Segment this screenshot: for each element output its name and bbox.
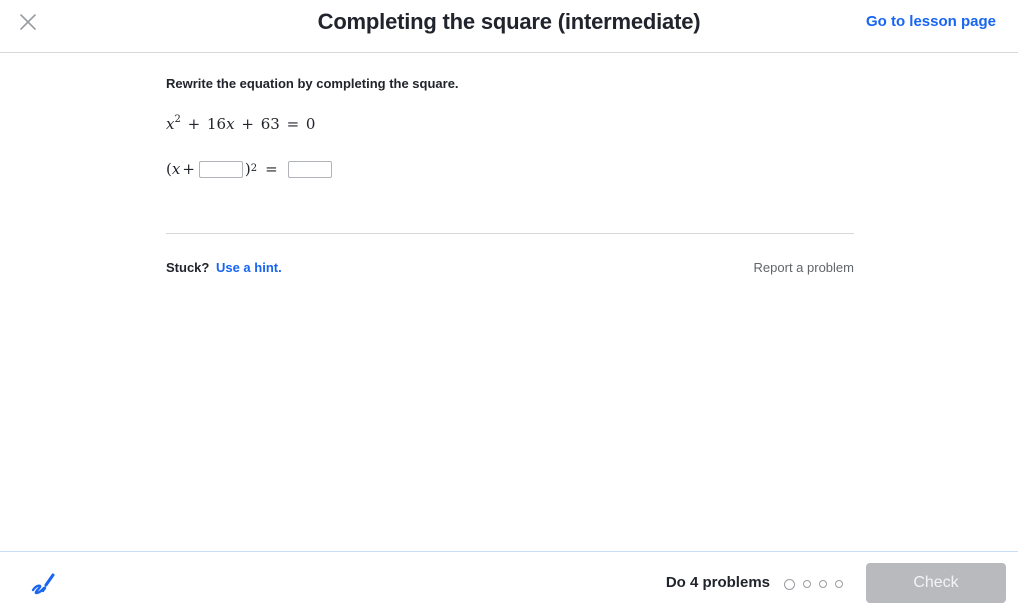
exercise-area: Rewrite the equation by completing the s… xyxy=(166,53,854,551)
close-button[interactable] xyxy=(16,10,40,34)
answer-variable: x xyxy=(171,160,181,178)
bottom-bar: Do 4 problems Check xyxy=(0,551,1018,610)
answer-row: (x + ) 2 = xyxy=(166,157,334,181)
progress-dot xyxy=(819,580,827,588)
eq-variable: x xyxy=(226,115,235,133)
given-equation: x2 + 16x + 63 = 0 xyxy=(166,114,316,134)
eq-equals: = xyxy=(286,115,300,133)
answer-equals: = xyxy=(265,160,278,178)
answer-close-paren: ) xyxy=(244,160,251,178)
top-bar: Completing the square (intermediate) Go … xyxy=(0,0,1018,53)
stuck-label: Stuck? xyxy=(166,260,210,275)
eq-coefficient: 16 xyxy=(206,115,227,133)
eq-plus: + xyxy=(241,115,254,133)
use-hint-link[interactable]: Use a hint. xyxy=(216,260,282,275)
scratchpad-button[interactable] xyxy=(28,568,58,598)
eq-exponent: 2 xyxy=(174,114,181,125)
report-problem-link[interactable]: Report a problem xyxy=(754,260,854,275)
progress-dot xyxy=(835,580,843,588)
eq-rhs: 0 xyxy=(305,115,316,133)
eq-constant: 63 xyxy=(260,115,280,133)
question-prompt: Rewrite the equation by completing the s… xyxy=(166,76,459,91)
progress-dots xyxy=(784,578,851,590)
go-to-lesson-link[interactable]: Go to lesson page xyxy=(866,13,996,30)
answer-plus: + xyxy=(182,160,195,178)
progress-dot xyxy=(784,578,795,590)
divider xyxy=(166,233,854,234)
hint-row: Stuck? Use a hint. xyxy=(166,260,282,275)
answer-blank-2[interactable] xyxy=(287,160,332,178)
answer-blank-1[interactable] xyxy=(198,160,243,178)
progress-label: Do 4 problems xyxy=(665,574,770,591)
pencil-scribble-icon xyxy=(31,573,55,595)
progress-dot xyxy=(803,580,811,588)
check-button[interactable]: Check xyxy=(866,563,1006,603)
close-icon xyxy=(20,14,36,30)
eq-plus: + xyxy=(187,115,201,133)
